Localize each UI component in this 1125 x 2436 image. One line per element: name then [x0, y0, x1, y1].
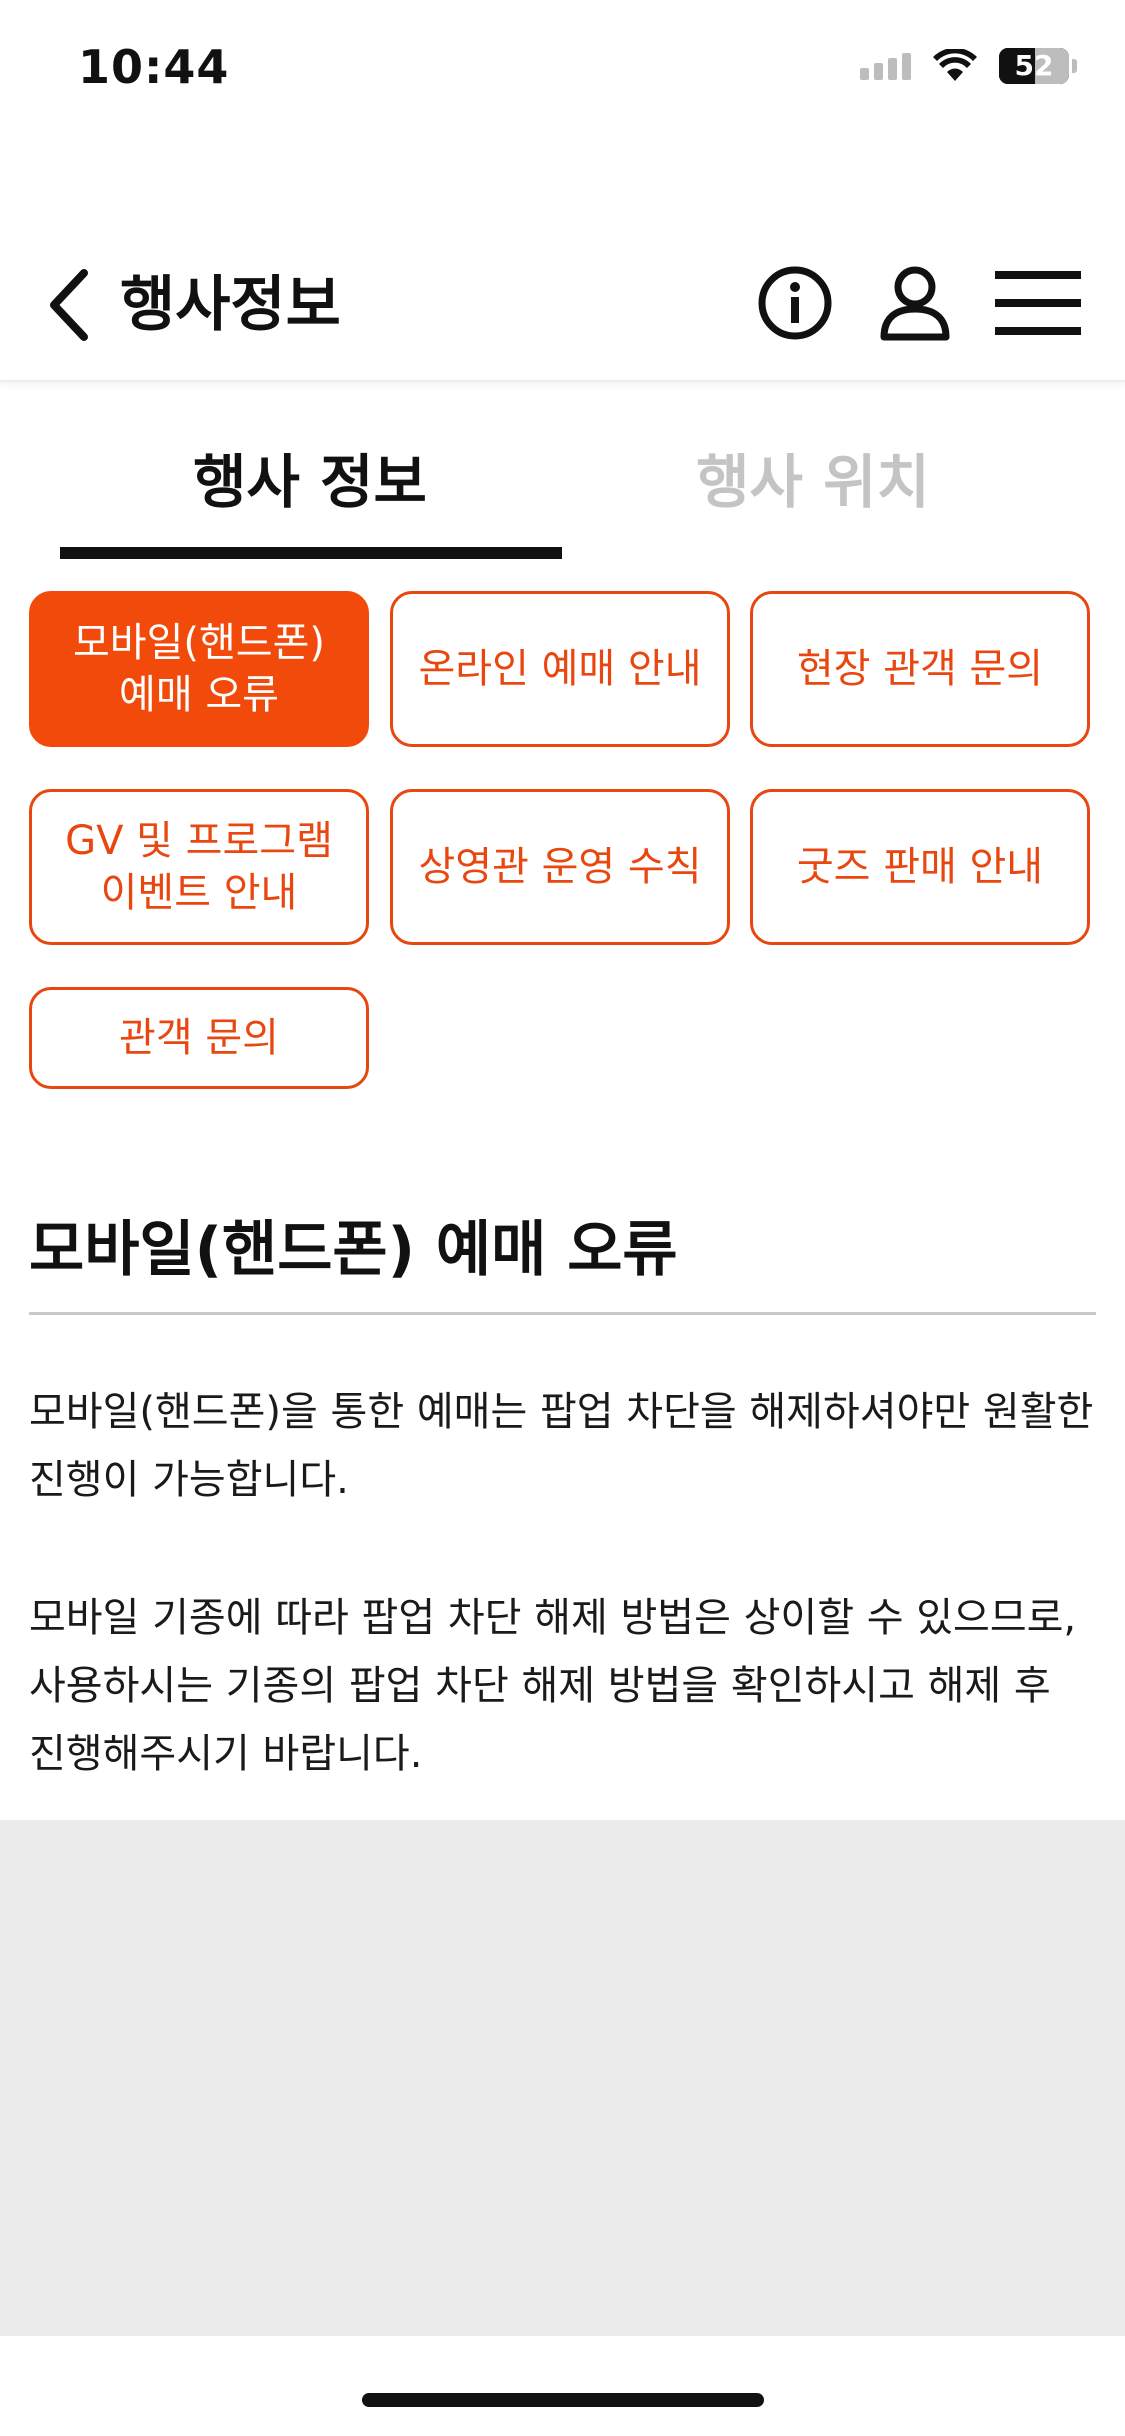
content-paragraph-1: 모바일(핸드폰)을 통한 예매는 팝업 차단을 해제하셔야만 원활한 진행이 가…: [29, 1389, 1094, 1503]
battery-percent: 52: [1014, 49, 1054, 82]
home-indicator: [362, 2393, 764, 2407]
active-tab-indicator: [60, 547, 562, 559]
category-audience-inquiry[interactable]: 관객 문의: [29, 987, 369, 1089]
category-onsite-inquiry[interactable]: 현장 관객 문의: [750, 591, 1090, 747]
status-icons: 52: [860, 48, 1077, 84]
category-mobile-booking-error[interactable]: 모바일(핸드폰) 예매 오류: [29, 591, 369, 747]
wifi-icon: [933, 49, 977, 81]
category-goods-sales[interactable]: 굿즈 판매 안내: [750, 789, 1090, 945]
content-paragraph-2: 모바일 기종에 따라 팝업 차단 해제 방법은 상이할 수 있으므로, 사용하시…: [29, 1595, 1077, 1777]
battery-icon: 52: [999, 48, 1077, 84]
page-title: 행사정보: [120, 270, 341, 340]
empty-footer-area: [0, 1820, 1125, 2336]
event-info-screen: 10:44 52 행사정보 행사 정보 행사 위치 모바일(핸드폰) 예매 오류…: [0, 0, 1125, 2436]
tab-bar: 행사 정보 행사 위치: [0, 432, 1125, 562]
section-title: 모바일(핸드폰) 예매 오류: [29, 1215, 678, 1285]
menu-button[interactable]: [990, 258, 1086, 348]
back-chevron-icon: [50, 269, 88, 341]
section-divider: [29, 1312, 1096, 1315]
category-gv-program-events[interactable]: GV 및 프로그램 이벤트 안내: [29, 789, 369, 945]
tab-event-info[interactable]: 행사 정보: [60, 432, 560, 552]
user-button[interactable]: [870, 258, 960, 348]
status-bar: 10:44 52: [0, 0, 1125, 140]
back-button[interactable]: [38, 260, 98, 350]
info-icon: [758, 266, 832, 340]
status-time: 10:44: [78, 40, 230, 94]
hamburger-menu-icon: [995, 271, 1081, 335]
user-icon: [880, 266, 950, 341]
info-button[interactable]: [750, 258, 840, 348]
tab-event-location[interactable]: 행사 위치: [563, 432, 1063, 552]
cellular-signal-icon: [860, 52, 911, 80]
category-theater-rules[interactable]: 상영관 운영 수칙: [390, 789, 730, 945]
category-online-booking-guide[interactable]: 온라인 예매 안내: [390, 591, 730, 747]
app-header: 행사정보: [0, 232, 1125, 382]
